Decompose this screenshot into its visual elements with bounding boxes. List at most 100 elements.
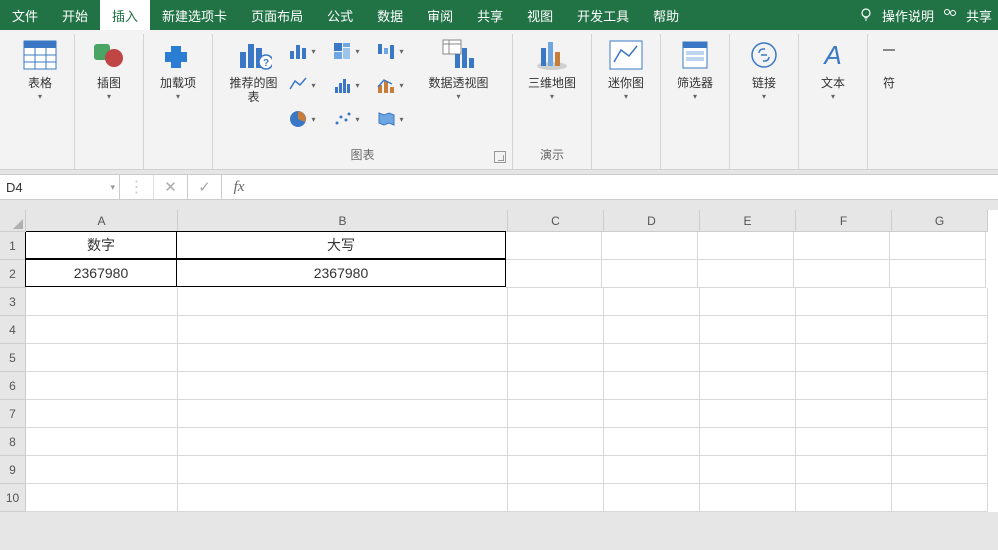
pivotchart-button[interactable]: 数据透视图 ▾ [418,36,500,103]
row-header-5[interactable]: 5 [0,344,26,372]
col-header-F[interactable]: F [796,210,892,232]
cell-F9[interactable] [796,456,892,484]
row-header-1[interactable]: 1 [0,232,26,260]
cell-G2[interactable] [890,260,986,288]
cell-F4[interactable] [796,316,892,344]
cell-E5[interactable] [700,344,796,372]
cell-E6[interactable] [700,372,796,400]
cell-C7[interactable] [508,400,604,428]
cell-G1[interactable] [890,232,986,260]
cell-E1[interactable] [698,232,794,260]
col-header-G[interactable]: G [892,210,988,232]
filters-button[interactable]: 筛选器 ▾ [667,36,723,103]
share-label[interactable]: 共享 [966,6,992,25]
row-header-6[interactable]: 6 [0,372,26,400]
sparklines-button[interactable]: 迷你图 ▾ [598,36,654,103]
cell-B5[interactable] [178,344,508,372]
lightbulb-icon[interactable] [858,6,874,25]
name-box[interactable]: D4 ▾ [0,175,120,199]
combo-chart-button[interactable]: ▾ [376,70,412,100]
cell-A4[interactable] [26,316,178,344]
cell-C6[interactable] [508,372,604,400]
cell-A1[interactable]: 数字 [25,231,177,259]
dialog-launcher-icon[interactable] [494,151,506,163]
tab-review[interactable]: 审阅 [415,0,465,30]
links-button[interactable]: 链接 ▾ [736,36,792,103]
tab-pagelayout[interactable]: 页面布局 [239,0,315,30]
waterfall-chart-button[interactable]: ▾ [376,36,412,66]
dropdown-icon[interactable]: ▾ [110,182,115,193]
tell-me-label[interactable]: 操作说明 [882,6,934,25]
cell-G5[interactable] [892,344,988,372]
cell-A7[interactable] [26,400,178,428]
row-header-9[interactable]: 9 [0,456,26,484]
cell-A2[interactable]: 2367980 [25,259,177,287]
col-header-B[interactable]: B [178,210,508,232]
cell-F2[interactable] [794,260,890,288]
cell-C2[interactable] [506,260,602,288]
cell-D9[interactable] [604,456,700,484]
row-header-2[interactable]: 2 [0,260,26,288]
tab-developer[interactable]: 开发工具 [565,0,641,30]
cell-A9[interactable] [26,456,178,484]
cell-B7[interactable] [178,400,508,428]
cell-C10[interactable] [508,484,604,512]
cell-G4[interactable] [892,316,988,344]
cell-E4[interactable] [700,316,796,344]
cell-F1[interactable] [794,232,890,260]
cell-D4[interactable] [604,316,700,344]
cell-F7[interactable] [796,400,892,428]
cell-D7[interactable] [604,400,700,428]
cell-B3[interactable] [178,288,508,316]
cell-E9[interactable] [700,456,796,484]
cell-C5[interactable] [508,344,604,372]
cell-D1[interactable] [602,232,698,260]
row-header-8[interactable]: 8 [0,428,26,456]
tab-file[interactable]: 文件 [0,0,50,30]
cell-G9[interactable] [892,456,988,484]
row-header-10[interactable]: 10 [0,484,26,512]
cell-B2[interactable]: 2367980 [176,259,506,287]
tab-data[interactable]: 数据 [365,0,415,30]
cell-E8[interactable] [700,428,796,456]
cell-E2[interactable] [698,260,794,288]
cell-F10[interactable] [796,484,892,512]
cell-C3[interactable] [508,288,604,316]
select-all-corner[interactable] [0,210,26,232]
row-header-4[interactable]: 4 [0,316,26,344]
scatter-chart-button[interactable]: ▾ [332,104,368,134]
map-chart-button[interactable]: ▾ [376,104,412,134]
tables-button[interactable]: 表格 ▾ [12,36,68,103]
statistic-chart-button[interactable]: ▾ [332,70,368,100]
column-chart-button[interactable]: ▾ [288,36,324,66]
tab-newtab[interactable]: 新建选项卡 [150,0,239,30]
tab-view[interactable]: 视图 [515,0,565,30]
share-icon[interactable] [942,6,958,25]
cell-D2[interactable] [602,260,698,288]
cell-B6[interactable] [178,372,508,400]
cell-F3[interactable] [796,288,892,316]
cell-B1[interactable]: 大写 [176,231,506,259]
cell-G8[interactable] [892,428,988,456]
tab-help[interactable]: 帮助 [641,0,691,30]
hierarchy-chart-button[interactable]: ▾ [332,36,368,66]
cell-B10[interactable] [178,484,508,512]
cell-C4[interactable] [508,316,604,344]
enter-button[interactable]: ✓ [188,175,222,199]
tab-home[interactable]: 开始 [50,0,100,30]
col-header-D[interactable]: D [604,210,700,232]
3d-map-button[interactable]: 三维地图 ▾ [519,36,585,103]
cell-G7[interactable] [892,400,988,428]
col-header-E[interactable]: E [700,210,796,232]
text-button[interactable]: A 文本 ▾ [805,36,861,103]
cell-G10[interactable] [892,484,988,512]
cell-E10[interactable] [700,484,796,512]
cell-D3[interactable] [604,288,700,316]
cell-A8[interactable] [26,428,178,456]
cell-F8[interactable] [796,428,892,456]
cell-A3[interactable] [26,288,178,316]
tab-formulas[interactable]: 公式 [315,0,365,30]
cell-C8[interactable] [508,428,604,456]
cell-E7[interactable] [700,400,796,428]
cell-C1[interactable] [506,232,602,260]
